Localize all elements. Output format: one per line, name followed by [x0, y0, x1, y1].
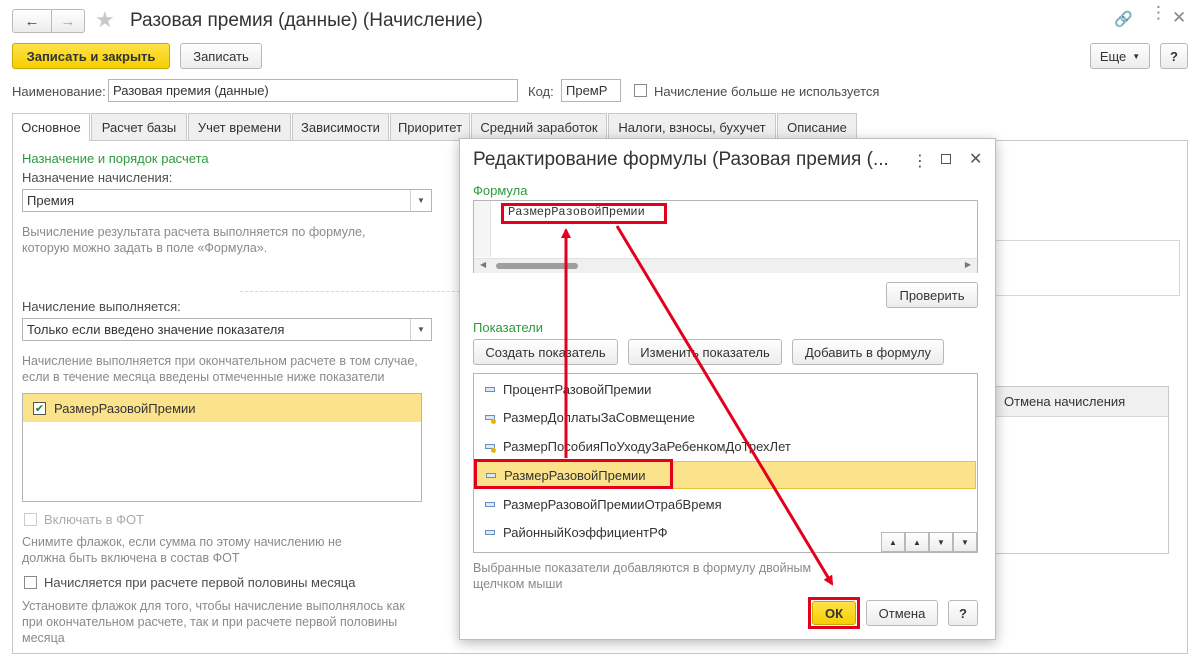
arrow-formula-to-ok	[615, 225, 834, 586]
annotation-arrows	[561, 225, 834, 586]
